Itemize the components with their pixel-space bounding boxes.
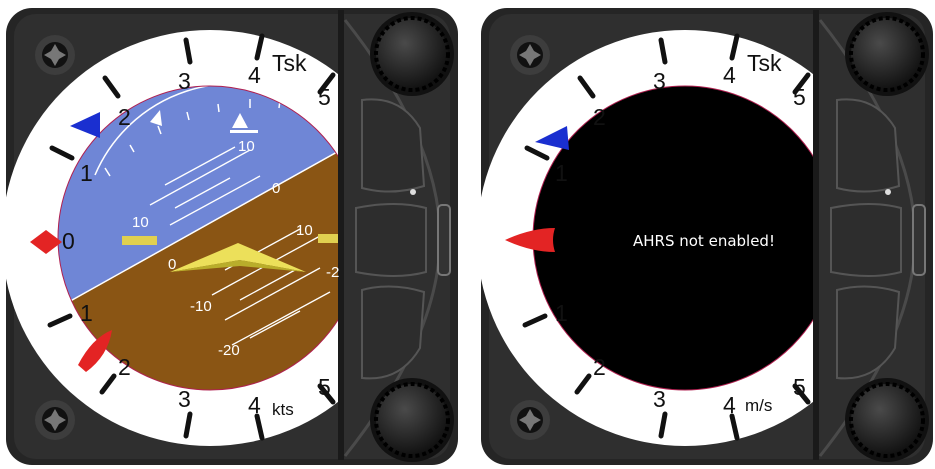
screw-icon	[510, 400, 550, 440]
pitch-label: -20	[218, 342, 240, 359]
scale-label: 5	[318, 374, 331, 400]
status-message: AHRS not enabled!	[633, 232, 775, 250]
scale-label: 2	[593, 104, 606, 130]
rotary-knob-top[interactable]	[845, 12, 929, 96]
soft-button-bottom[interactable]	[362, 286, 424, 380]
slot	[437, 204, 451, 276]
pitch-label: -2	[326, 264, 340, 281]
scale-label: 2	[118, 104, 131, 130]
rotary-knob-bottom[interactable]	[845, 378, 929, 462]
soft-button-bottom[interactable]	[837, 286, 899, 380]
scale-label: 1	[80, 300, 93, 326]
unit-label: kts	[272, 400, 294, 419]
scale-label: 5	[793, 374, 806, 400]
mode-label: Tsk	[747, 50, 782, 76]
soft-button-top[interactable]	[362, 100, 424, 192]
pitch-label: 10	[296, 222, 313, 239]
left-instrument: 3 4 5 2 1 0 1 2 3 4 5 Tsk kts 10 0 10 0 …	[0, 0, 460, 469]
pitch-label: 10	[132, 214, 149, 231]
scale-label: 4	[723, 62, 736, 88]
soft-button-middle[interactable]	[831, 204, 901, 276]
right-instrument: 3 4 5 2 1 1 2 3 4 5 Tsk m/s AHRS not ena…	[475, 0, 935, 469]
slot	[912, 204, 926, 276]
screw-icon	[35, 400, 75, 440]
horizon-bar-left	[122, 236, 157, 245]
rotary-knob-bottom[interactable]	[370, 378, 454, 462]
screw-icon	[510, 35, 550, 75]
scale-label: 4	[248, 62, 261, 88]
soft-button-top[interactable]	[837, 100, 899, 192]
scale-label: 3	[653, 68, 666, 94]
mode-label: Tsk	[272, 50, 307, 76]
scale-label: 1	[80, 160, 93, 186]
scale-label: 5	[318, 84, 331, 110]
scale-label: 4	[723, 392, 736, 418]
rotary-knob-top[interactable]	[370, 12, 454, 96]
unit-label: m/s	[745, 396, 773, 415]
soft-button-middle[interactable]	[356, 204, 426, 276]
scale-label: 2	[593, 354, 606, 380]
pitch-label: 0	[272, 180, 281, 197]
pitch-label: 10	[238, 138, 255, 155]
scale-label: 2	[118, 354, 131, 380]
scale-label: 3	[178, 68, 191, 94]
scale-label: 0	[62, 228, 75, 254]
scale-label: 3	[178, 386, 191, 412]
scale-label: 1	[555, 160, 568, 186]
screw-icon	[35, 35, 75, 75]
pitch-label: -10	[190, 298, 212, 315]
scale-label: 5	[793, 84, 806, 110]
scale-label: 4	[248, 392, 261, 418]
pitch-label: 0	[168, 256, 177, 273]
scale-label: 1	[555, 300, 568, 326]
scale-label: 3	[653, 386, 666, 412]
